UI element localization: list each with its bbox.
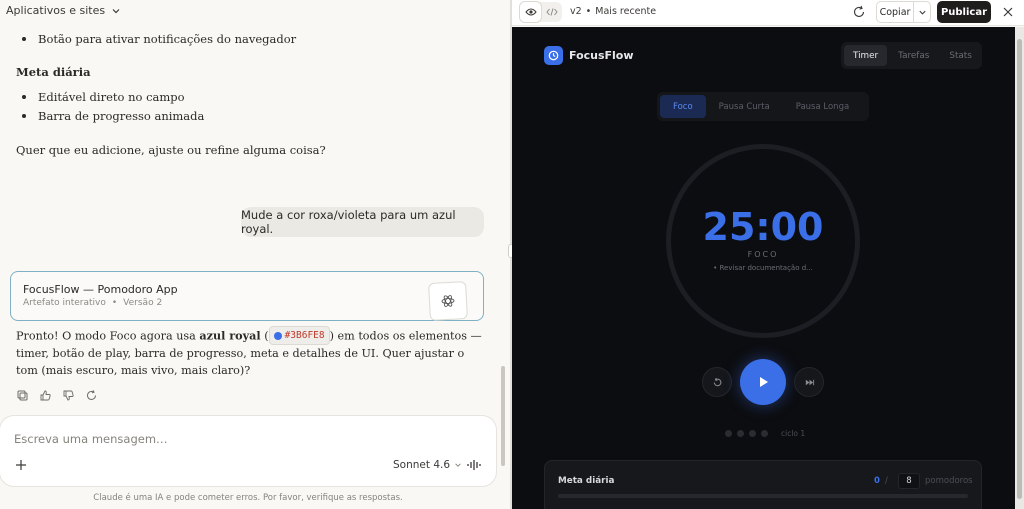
chevron-down-icon <box>455 463 461 467</box>
color-swatch <box>273 331 282 340</box>
artifact-title: FocusFlow — Pomodoro App <box>23 283 178 296</box>
cycle-dot <box>749 430 756 437</box>
section-heading: Meta diária <box>16 65 91 79</box>
apps-sites-label: Aplicativos e sites <box>6 4 106 17</box>
chevron-down-icon <box>918 10 926 15</box>
message-actions <box>16 389 98 402</box>
publish-button[interactable]: Publicar <box>937 1 991 23</box>
preview-scrollbar[interactable] <box>1015 27 1024 509</box>
assistant-reply: Pronto! O modo Foco agora usa azul royal… <box>16 326 486 379</box>
artifact-card[interactable]: FocusFlow — Pomodoro App Artefato intera… <box>10 271 484 321</box>
goal-progress-bar <box>558 494 968 498</box>
color-code-chip: #3B6FE8 <box>268 326 330 345</box>
skip-button[interactable] <box>794 367 824 397</box>
play-button[interactable] <box>740 359 786 405</box>
close-icon[interactable] <box>1002 6 1014 18</box>
cycle-dot <box>725 430 732 437</box>
tab-stats[interactable]: Stats <box>940 45 980 66</box>
list-item: Editável direto no campo <box>22 90 185 104</box>
current-task: • Revisar documentação d... <box>713 264 813 272</box>
mode-pausa-longa[interactable]: Pausa Longa <box>783 95 862 118</box>
preview-toggle[interactable] <box>520 2 541 22</box>
voice-waveform-icon[interactable] <box>466 458 482 472</box>
clock-icon <box>548 50 559 61</box>
retry-icon[interactable] <box>85 389 98 402</box>
goal-separator: / <box>885 476 888 486</box>
view-toggle <box>520 2 562 22</box>
app-preview: FocusFlow Timer Tarefas Stats Foco Pausa… <box>512 27 1015 509</box>
chat-scrollbar[interactable] <box>501 366 505 466</box>
preview-header: v2 • Mais recente Copiar Publicar <box>512 0 1024 26</box>
copy-dropdown[interactable] <box>914 2 930 22</box>
disclaimer: Claude é uma IA e pode cometer erros. Po… <box>93 493 403 503</box>
mode-pausa-curta[interactable]: Pausa Curta <box>706 95 783 118</box>
user-message: Mude a cor roxa/violeta para um azul roy… <box>241 207 484 237</box>
atom-icon <box>441 295 455 307</box>
cycle-dot <box>737 430 744 437</box>
refresh-icon[interactable] <box>852 5 866 19</box>
model-selector[interactable]: Sonnet 4.6 <box>393 459 462 471</box>
apps-sites-menu[interactable]: Aplicativos e sites <box>6 4 121 17</box>
goal-current: 0 <box>874 476 880 486</box>
reset-button[interactable] <box>702 367 732 397</box>
code-toggle[interactable] <box>541 2 562 22</box>
copy-button[interactable]: Copiar <box>876 1 931 23</box>
brand-name: FocusFlow <box>569 49 634 62</box>
artifact-meta: Artefato interativo • Versão 2 <box>23 298 163 308</box>
assistant-question: Quer que eu adicione, ajuste ou refine a… <box>16 143 326 157</box>
preview-scroll-thumb[interactable] <box>1017 39 1022 499</box>
cycle-dot <box>761 430 768 437</box>
goal-title: Meta diária <box>558 476 615 486</box>
code-icon <box>545 8 558 16</box>
daily-goal-card: Meta diária 0 / 8 pomodoros <box>544 460 982 509</box>
goal-unit: pomodoros <box>925 476 973 486</box>
chevron-down-icon <box>112 8 120 13</box>
reset-icon <box>713 377 721 386</box>
timer-display: 25:00 <box>702 205 824 249</box>
chat-pane: Aplicativos e sites Botão para ativar no… <box>0 0 511 509</box>
cycle-label: ciclo 1 <box>781 429 806 438</box>
message-input[interactable]: Escreva uma mensagem… <box>14 432 168 446</box>
thumbs-down-icon[interactable] <box>62 389 75 402</box>
goal-target-input[interactable]: 8 <box>898 473 920 489</box>
tab-timer[interactable]: Timer <box>844 45 888 66</box>
cycle-indicator: ciclo 1 <box>725 429 805 438</box>
mode-selector: Foco Pausa Curta Pausa Longa <box>657 92 869 121</box>
list-item: Botão para ativar notificações do navega… <box>22 32 296 46</box>
app-nav: Timer Tarefas Stats <box>841 42 982 69</box>
skip-forward-icon <box>805 379 814 385</box>
version-info[interactable]: v2 • Mais recente <box>570 6 656 17</box>
copy-icon[interactable] <box>16 389 29 402</box>
phase-label: FOCO <box>747 250 779 259</box>
play-icon <box>760 377 768 387</box>
message-composer[interactable]: Escreva uma mensagem… Sonnet 4.6 <box>0 416 496 486</box>
plus-icon[interactable] <box>14 458 28 472</box>
list-item: Barra de progresso animada <box>22 109 204 123</box>
tab-tarefas[interactable]: Tarefas <box>889 45 938 66</box>
mode-foco[interactable]: Foco <box>660 95 706 118</box>
focusflow-logo <box>544 46 563 65</box>
artifact-thumbnail <box>428 281 468 321</box>
thumbs-up-icon[interactable] <box>39 389 52 402</box>
eye-icon <box>524 8 537 16</box>
